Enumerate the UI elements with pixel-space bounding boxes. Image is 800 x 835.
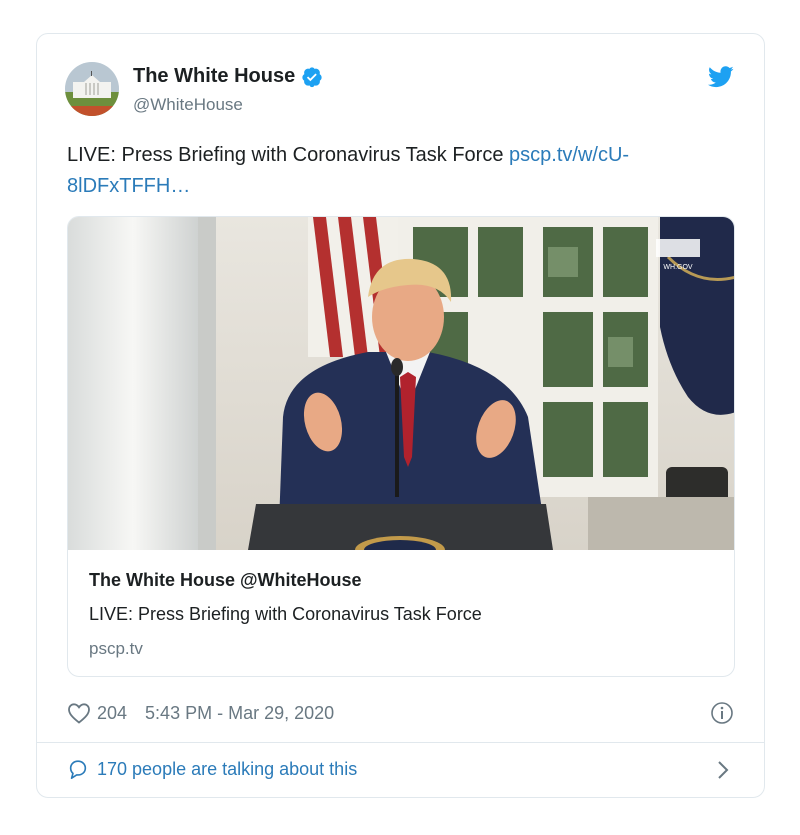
info-icon[interactable] bbox=[710, 701, 734, 725]
twitter-bird-icon[interactable] bbox=[708, 66, 734, 88]
press-briefing-video-thumbnail[interactable]: WH.GOV bbox=[68, 217, 735, 550]
author-name-row[interactable]: The White House bbox=[133, 65, 323, 88]
verified-badge-icon bbox=[302, 66, 322, 87]
tweet-embed-card: The White House @WhiteHouse LIVE: Press … bbox=[36, 33, 765, 798]
watermark-text: WH.GOV bbox=[663, 264, 692, 271]
footer-divider bbox=[37, 742, 764, 743]
white-house-avatar-image bbox=[65, 62, 119, 116]
media-card-domain: pscp.tv bbox=[89, 639, 143, 658]
author-name[interactable]: The White House bbox=[133, 65, 295, 88]
author-avatar[interactable] bbox=[65, 62, 119, 116]
like-count[interactable]: 204 bbox=[97, 703, 127, 724]
heart-icon[interactable] bbox=[67, 702, 91, 724]
comment-bubble-icon bbox=[69, 760, 87, 779]
chevron-right-icon[interactable] bbox=[716, 760, 730, 780]
media-card-description: LIVE: Press Briefing with Coronavirus Ta… bbox=[89, 604, 482, 624]
tweet-text: LIVE: Press Briefing with Coronavirus Ta… bbox=[67, 140, 747, 202]
conversation-link[interactable]: 170 people are talking about this bbox=[67, 758, 357, 780]
media-card-title[interactable]: The White House @WhiteHouse bbox=[89, 570, 362, 591]
tweet-meta-row: 204 5:43 PM - Mar 29, 2020 bbox=[67, 700, 334, 726]
tweet-body: LIVE: Press Briefing with Coronavirus Ta… bbox=[67, 144, 510, 166]
tweet-timestamp[interactable]: 5:43 PM - Mar 29, 2020 bbox=[145, 703, 334, 724]
author-handle[interactable]: @WhiteHouse bbox=[133, 95, 243, 115]
media-card[interactable]: WH.GOV The White House @WhiteHouse LIVE:… bbox=[67, 216, 735, 677]
conversation-count-text[interactable]: 170 people are talking about this bbox=[97, 759, 357, 780]
